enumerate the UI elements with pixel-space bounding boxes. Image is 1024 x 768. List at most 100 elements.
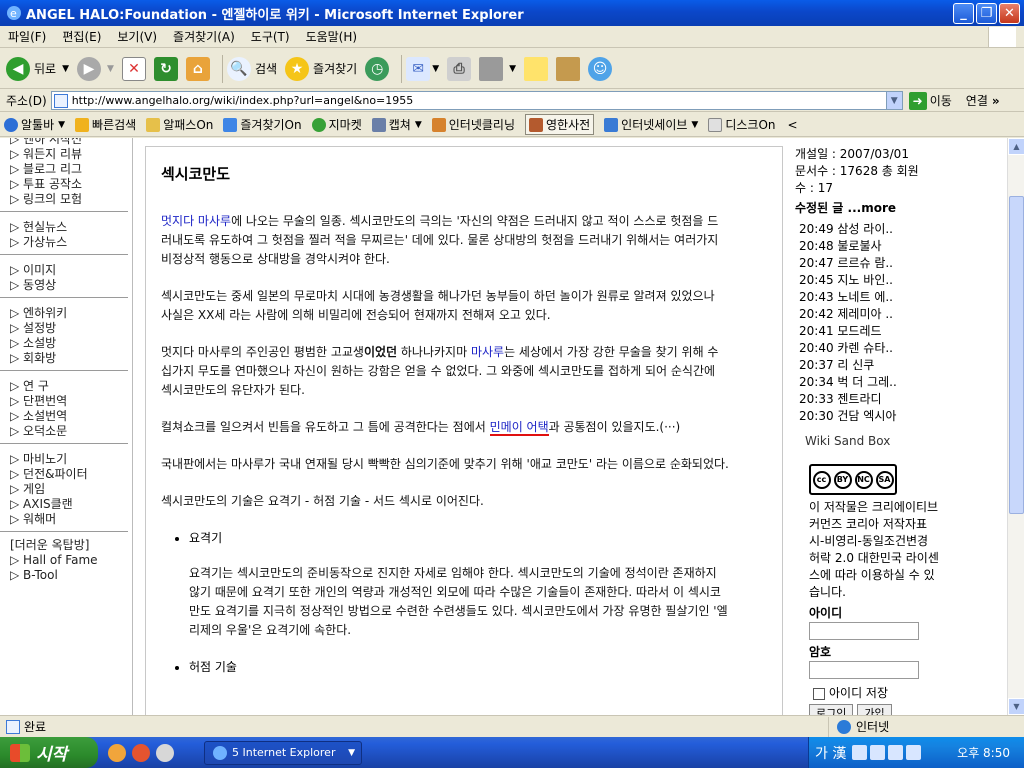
nav-item[interactable]: ▷ 블로그 리그 bbox=[10, 162, 128, 177]
recent-item[interactable]: 20:42 제레미아 .. bbox=[799, 306, 1005, 323]
quick-launch-icon[interactable] bbox=[108, 743, 126, 762]
dictionary-button[interactable]: 영한사전 bbox=[525, 114, 595, 135]
gmarket-button[interactable]: 지마켓 bbox=[311, 116, 362, 133]
recent-item[interactable]: 20:34 벅 더 그레.. bbox=[799, 374, 1005, 391]
nav-item[interactable]: ▷ AXIS클랜 bbox=[10, 497, 128, 512]
chevron-right-icon[interactable]: » bbox=[992, 94, 1000, 108]
nav-item[interactable]: ▷ 마비노기 bbox=[10, 452, 128, 467]
save-id-checkbox[interactable] bbox=[813, 687, 825, 700]
wiki-link[interactable]: 멋지다 마사루 bbox=[161, 214, 231, 228]
nav-item[interactable]: ▷ 투표 공작소 bbox=[10, 177, 128, 192]
nav-item[interactable]: ▷ Hall of Fame bbox=[10, 553, 132, 568]
vertical-scrollbar[interactable]: ▲ ▼ bbox=[1007, 138, 1024, 715]
nav-item[interactable]: ▷ 연 구 bbox=[10, 379, 128, 394]
print-button[interactable]: ⎙ bbox=[447, 56, 472, 81]
chevron-left-icon[interactable]: < bbox=[788, 118, 798, 132]
altoolbar-button[interactable]: 알툴바 ▼ bbox=[4, 116, 65, 133]
alpass-button[interactable]: 알패스On bbox=[146, 116, 213, 133]
wiki-link[interactable]: 민메이 어택 bbox=[489, 420, 549, 436]
dropdown-arrow-icon[interactable]: ▼ bbox=[62, 64, 69, 74]
scroll-down-icon[interactable]: ▼ bbox=[1008, 698, 1024, 715]
back-button[interactable]: ◀ 뒤로 ▼ bbox=[6, 56, 69, 81]
menu-tools[interactable]: 도구(T) bbox=[243, 28, 298, 45]
nav-item[interactable]: ▷ 오덕소문 bbox=[10, 424, 128, 439]
history-button[interactable]: ◷ bbox=[365, 56, 390, 81]
go-button[interactable]: ➜ 이동 bbox=[908, 91, 952, 110]
recent-item[interactable]: 20:37 리 신쿠 bbox=[799, 357, 1005, 374]
internet-cleaning-button[interactable]: 인터넷클리닝 bbox=[431, 116, 515, 133]
password-input[interactable] bbox=[809, 661, 919, 679]
mail-button[interactable]: ✉ ▼ bbox=[406, 56, 439, 81]
disk-on-button[interactable]: 디스크On bbox=[708, 116, 776, 133]
join-button[interactable]: 가입 bbox=[857, 704, 892, 715]
nav-item[interactable]: ▷ B-Tool bbox=[10, 568, 132, 583]
ime-indicator[interactable]: 가 漢 bbox=[815, 743, 846, 763]
nav-item[interactable]: ▷ 회화방 bbox=[10, 351, 128, 366]
id-input[interactable] bbox=[809, 622, 919, 640]
recent-item[interactable]: 20:45 지노 바인.. bbox=[799, 272, 1005, 289]
login-button[interactable]: 로그인 bbox=[809, 704, 854, 715]
search-button[interactable]: 🔍 검색 bbox=[226, 56, 277, 81]
start-button[interactable]: 시작 bbox=[0, 737, 98, 768]
nav-item[interactable]: ▷ 던전&파이터 bbox=[10, 467, 128, 482]
dropdown-arrow-icon[interactable]: ▼ bbox=[58, 120, 65, 130]
recent-item[interactable]: 20:40 카렌 슈타.. bbox=[799, 340, 1005, 357]
links-button[interactable]: 연결 bbox=[966, 92, 988, 109]
nav-item[interactable]: ▷ 엔하 시작전 bbox=[10, 138, 128, 147]
cc-license-badge[interactable]: cc BY NC SA bbox=[809, 464, 897, 495]
sandbox-link[interactable]: Wiki Sand Box bbox=[805, 433, 1005, 450]
nav-item[interactable]: ▷ 현실뉴스 bbox=[10, 220, 128, 235]
menu-file[interactable]: 파일(F) bbox=[0, 28, 54, 45]
nav-item[interactable]: ▷ 소설번역 bbox=[10, 409, 128, 424]
recent-item[interactable]: 20:49 삼성 라이.. bbox=[799, 221, 1005, 238]
tray-icon[interactable] bbox=[906, 745, 922, 760]
forward-button[interactable]: ▶ ▼ bbox=[77, 56, 114, 81]
nav-item[interactable]: ▷ 설정방 bbox=[10, 321, 128, 336]
close-button[interactable]: ✕ bbox=[999, 3, 1020, 24]
recent-item[interactable]: 20:47 르르슈 람.. bbox=[799, 255, 1005, 272]
nav-item[interactable]: ▷ 이미지 bbox=[10, 263, 128, 278]
dropdown-arrow-icon[interactable]: ▼ bbox=[107, 64, 114, 74]
taskbar-ie-button[interactable]: 5 Internet Explorer ▼ bbox=[204, 740, 362, 765]
quick-launch-icon[interactable] bbox=[156, 743, 174, 762]
dropdown-arrow-icon[interactable]: ▼ bbox=[415, 120, 422, 130]
minimize-button[interactable]: _ bbox=[953, 3, 974, 24]
tray-icon[interactable] bbox=[888, 745, 904, 760]
nav-item[interactable]: ▷ 워해머 bbox=[10, 512, 128, 527]
capture-button[interactable]: 캡쳐 ▼ bbox=[371, 116, 422, 133]
recent-item[interactable]: 20:33 젠트라디 bbox=[799, 391, 1005, 408]
menu-favorites[interactable]: 즐겨찾기(A) bbox=[165, 28, 243, 45]
research-button[interactable] bbox=[556, 56, 581, 81]
nav-item[interactable]: ▷ 링크의 모험 bbox=[10, 192, 128, 207]
dropdown-arrow-icon[interactable]: ▼ bbox=[432, 64, 439, 74]
restore-button[interactable]: ❐ bbox=[976, 3, 997, 24]
tray-icon[interactable] bbox=[870, 745, 886, 760]
note-button[interactable] bbox=[524, 56, 549, 81]
recent-item[interactable]: 20:30 건담 엑시아 bbox=[799, 408, 1005, 425]
menu-help[interactable]: 도움말(H) bbox=[298, 28, 366, 45]
stop-button[interactable]: ✕ bbox=[121, 56, 146, 81]
dropdown-arrow-icon[interactable]: ▼ bbox=[691, 120, 698, 130]
nav-item[interactable]: ▷ 소설방 bbox=[10, 336, 128, 351]
dropdown-arrow-icon[interactable]: ▼ bbox=[509, 64, 516, 74]
menu-view[interactable]: 보기(V) bbox=[109, 28, 165, 45]
favorites-on-button[interactable]: 즐겨찾기On bbox=[223, 116, 302, 133]
scroll-thumb[interactable] bbox=[1009, 196, 1024, 514]
nav-item[interactable]: ▷ 동영상 bbox=[10, 278, 128, 293]
quick-search-button[interactable]: 빠른검색 bbox=[75, 116, 136, 133]
internet-save-button[interactable]: 인터넷세이브 ▼ bbox=[604, 116, 698, 133]
address-dropdown-icon[interactable]: ▼ bbox=[885, 92, 902, 109]
favorites-button[interactable]: ★ 즐겨찾기 bbox=[285, 56, 357, 81]
nav-item[interactable]: ▷ 워든지 리뷰 bbox=[10, 147, 128, 162]
recent-item[interactable]: 20:43 노네트 에.. bbox=[799, 289, 1005, 306]
address-input[interactable]: http://www.angelhalo.org/wiki/index.php?… bbox=[50, 91, 903, 110]
quick-launch-icon[interactable] bbox=[132, 743, 150, 762]
scroll-up-icon[interactable]: ▲ bbox=[1008, 138, 1024, 155]
messenger-button[interactable]: ☺ bbox=[588, 56, 613, 81]
recent-item[interactable]: 20:41 모드레드 bbox=[799, 323, 1005, 340]
nav-item[interactable]: ▷ 단편번역 bbox=[10, 394, 128, 409]
home-button[interactable]: ⌂ bbox=[185, 56, 210, 81]
refresh-button[interactable]: ↻ bbox=[153, 56, 178, 81]
nav-item[interactable]: ▷ 가상뉴스 bbox=[10, 235, 128, 250]
nav-item[interactable]: ▷ 게임 bbox=[10, 482, 128, 497]
